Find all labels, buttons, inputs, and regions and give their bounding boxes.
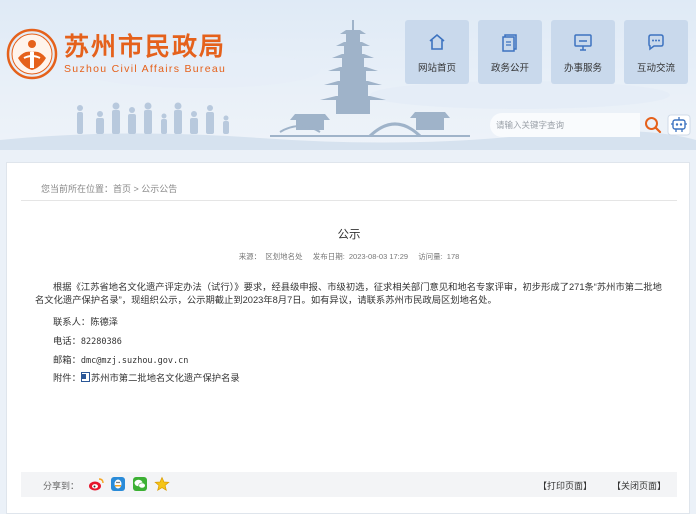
- contact-label: 联系人：: [53, 317, 91, 327]
- search-icon[interactable]: [643, 115, 663, 135]
- nav-interaction[interactable]: 互动交流: [624, 20, 688, 84]
- nav-services[interactable]: 办事服务: [551, 20, 615, 84]
- phone-value: 82280386: [80, 337, 122, 347]
- site-name-en: Suzhou Civil Affairs Bureau: [64, 63, 227, 75]
- home-icon: [429, 33, 445, 50]
- top-navigation: 网站首页 政务公开 办事服务 互动交流: [405, 20, 688, 84]
- accessibility-icon[interactable]: [667, 114, 691, 136]
- breadcrumb-prefix: 您当前所在位置：: [41, 184, 114, 194]
- share-toolbar: 分享到： 【打印页面】 【关闭页面】: [21, 472, 677, 497]
- breadcrumb-home[interactable]: 首页: [113, 184, 131, 194]
- contact-value: 陈德泽: [90, 317, 119, 327]
- nav-home-label: 网站首页: [417, 63, 456, 74]
- attachment-label: 附件：: [53, 373, 81, 383]
- search-input[interactable]: [490, 113, 630, 137]
- attachment-row: 附件： 苏州市第二批地名文化遗产保护名录: [53, 370, 240, 384]
- breadcrumb-divider: [21, 200, 677, 201]
- weibo-icon[interactable]: [88, 476, 104, 492]
- phone-row: 电话：82280386: [53, 333, 122, 347]
- phone-label: 电话：: [53, 336, 81, 346]
- people-silhouette-illustration: [77, 102, 229, 134]
- nav-home[interactable]: 网站首页: [405, 20, 469, 84]
- article-source: 区划地名处: [265, 252, 303, 261]
- print-page-button[interactable]: 【打印页面】: [538, 479, 592, 492]
- site-name-cn: 苏州市民政局: [64, 32, 227, 61]
- wechat-icon[interactable]: [132, 476, 148, 492]
- breadcrumb-separator: >: [131, 184, 142, 194]
- email-value: dmc@mzj.suzhou.gov.cn: [80, 356, 189, 366]
- contact-row: 联系人：陈德泽: [53, 314, 118, 328]
- search-box: [490, 113, 640, 137]
- monitor-icon: [574, 34, 592, 51]
- attachment-link[interactable]: 苏州市第二批地名文化遗产保护名录: [91, 373, 240, 383]
- email-row: 邮箱：dmc@mzj.suzhou.gov.cn: [53, 352, 188, 366]
- email-label: 邮箱：: [53, 355, 81, 365]
- article-body: 根据《江苏省地名文化遗产评定办法（试行）》要求，经县级申报、市级初选，征求相关部…: [35, 282, 662, 305]
- nav-services-label: 办事服务: [563, 63, 602, 74]
- favorite-star-icon[interactable]: [154, 476, 170, 492]
- article-meta: 来源： 区划地名处 发布日期: 2023-08-03 17:29 访问量: 178: [7, 251, 691, 262]
- document-icon: [502, 34, 517, 52]
- article-date: 2023-08-03 17:29: [348, 252, 409, 261]
- article-views: 178: [446, 252, 460, 261]
- site-header: 苏州市民政局 Suzhou Civil Affairs Bureau 网站首页 …: [0, 0, 696, 150]
- close-page-button[interactable]: 【关闭页面】: [612, 479, 666, 492]
- date-label: 发布日期:: [312, 252, 345, 261]
- source-label: 来源：: [238, 252, 262, 261]
- word-document-icon: [80, 372, 90, 382]
- chat-icon: [648, 34, 664, 51]
- article-title: 公示: [337, 229, 361, 241]
- nav-gov-affairs[interactable]: 政务公开: [478, 20, 542, 84]
- breadcrumb: 您当前所在位置：首页 > 公示公告: [41, 182, 177, 195]
- qq-icon[interactable]: [110, 476, 126, 492]
- civil-affairs-emblem-icon: [6, 28, 58, 80]
- article-panel: 您当前所在位置：首页 > 公示公告 公示 来源： 区划地名处 发布日期: 2023-…: [6, 162, 690, 514]
- views-label: 访问量:: [418, 252, 443, 261]
- site-logo[interactable]: 苏州市民政局 Suzhou Civil Affairs Bureau: [6, 28, 226, 80]
- breadcrumb-notices[interactable]: 公示公告: [141, 184, 177, 194]
- nav-interaction-label: 互动交流: [636, 63, 675, 74]
- nav-gov-affairs-label: 政务公开: [490, 63, 529, 74]
- share-label: 分享到：: [43, 481, 80, 491]
